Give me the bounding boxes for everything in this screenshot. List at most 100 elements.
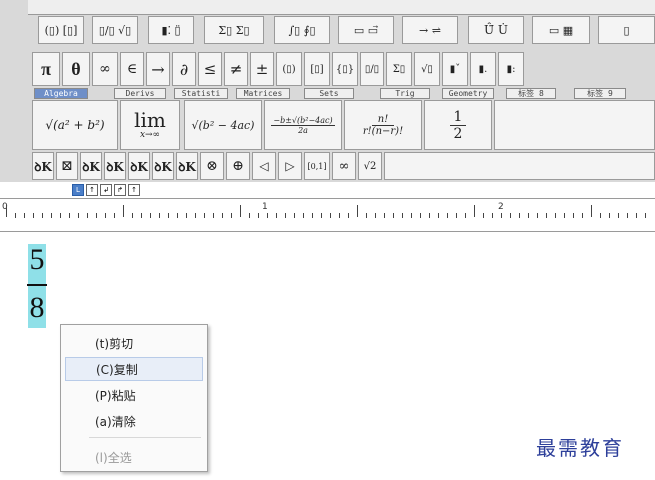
element-of-button[interactable]: ∈ xyxy=(120,52,144,86)
ruler-tick xyxy=(249,213,250,218)
circled-times-button[interactable]: ⊗ xyxy=(200,152,224,180)
fraction-palette-button[interactable]: ▯/▯ √▯ xyxy=(92,16,138,44)
tab-geometry[interactable]: Geometry xyxy=(442,88,494,99)
combination-template[interactable]: n! r!(n−r)! xyxy=(344,100,422,150)
superscript-template-button[interactable]: ▮ˇ xyxy=(442,52,468,86)
less-equal-button[interactable]: ≤ xyxy=(198,52,222,86)
ruler-tick xyxy=(123,205,124,217)
custom-symbol-3-button[interactable]: ꝺK xyxy=(104,152,126,180)
ruler-tick xyxy=(393,213,394,218)
tab-derivs[interactable]: Derivs xyxy=(114,88,166,99)
pythagorean-template[interactable]: √(a² + b²) xyxy=(32,100,118,150)
sqrt2-button[interactable]: √2 xyxy=(358,152,382,180)
sqrt-template-button[interactable]: √▯ xyxy=(414,52,440,86)
limit-template[interactable]: lim x→∞ xyxy=(120,100,180,150)
theta-symbol-button[interactable]: θ xyxy=(62,52,90,86)
subscript-template-button[interactable]: ▮. xyxy=(470,52,496,86)
limit-label: lim xyxy=(134,108,166,132)
fence-palette-button[interactable]: (▯) [▯] xyxy=(38,16,84,44)
matrix-palette-button[interactable]: ▭ ▦ xyxy=(532,16,590,44)
bracket-template-button[interactable]: [▯] xyxy=(304,52,330,86)
custom-symbol-4-button[interactable]: ꝺK xyxy=(128,152,150,180)
combination-numerator: n! xyxy=(371,114,395,126)
fraction-numerator[interactable]: 5 xyxy=(26,242,48,278)
ruler[interactable]: 0 1 2 xyxy=(0,198,655,232)
ruler-tick xyxy=(321,213,322,218)
ruler-tick xyxy=(609,213,610,218)
ruler-tick xyxy=(240,205,241,217)
integral-palette-button[interactable]: ∫▯ ∮▯ xyxy=(274,16,330,44)
ruler-tick xyxy=(528,213,529,218)
tab-9[interactable]: 标签 9 xyxy=(574,88,626,99)
half-numerator: 1 xyxy=(449,109,467,126)
sum-palette-button[interactable]: Σ▯ Σ▯ xyxy=(204,16,264,44)
brace-template-button[interactable]: {▯} xyxy=(332,52,358,86)
center-tab-icon[interactable]: ↑ xyxy=(86,184,98,196)
half-denominator: 2 xyxy=(453,125,463,142)
discriminant-template[interactable]: √(b² − 4ac) xyxy=(184,100,262,150)
right-tab-icon[interactable]: ↲ xyxy=(100,184,112,196)
arrow-symbol-button[interactable]: → xyxy=(146,52,170,86)
template-row: √(a² + b²) lim x→∞ √(b² − 4ac) −b±√(b²−4… xyxy=(28,100,655,150)
menu-item-select-all[interactable]: (l)全选 xyxy=(65,445,203,469)
left-tab-icon[interactable]: L xyxy=(72,184,84,196)
box-palette-button[interactable]: ▯ xyxy=(598,16,655,44)
custom-symbol-5-button[interactable]: ꝺK xyxy=(152,152,174,180)
circled-plus-button[interactable]: ⊕ xyxy=(226,152,250,180)
interval-button[interactable]: [0,1] xyxy=(304,152,330,180)
tab-trig[interactable]: Trig xyxy=(380,88,430,99)
tab-stop-toolbar: L ↑ ↲ ↱ ↑ xyxy=(72,184,140,196)
watermark-text: 最需教育 xyxy=(536,436,624,460)
vector-palette-button[interactable]: Û̈ U̇ xyxy=(468,16,524,44)
custom-symbol-1-button[interactable]: ꝺK xyxy=(32,152,54,180)
sum-template-button[interactable]: Σ▯ xyxy=(386,52,412,86)
boxed-times-button[interactable]: ⊠ xyxy=(56,152,78,180)
pi-symbol-button[interactable]: π xyxy=(32,52,60,86)
plus-minus-button[interactable]: ± xyxy=(250,52,274,86)
subsup-template-button[interactable]: ▮: xyxy=(498,52,524,86)
menu-item-cut[interactable]: (t)剪切 xyxy=(65,331,203,355)
ruler-tick xyxy=(564,213,565,218)
ruler-tick xyxy=(303,213,304,218)
partial-symbol-button[interactable]: ∂ xyxy=(172,52,196,86)
menu-item-paste[interactable]: (P)粘贴 xyxy=(65,383,203,407)
infinity-symbol-button[interactable]: ∞ xyxy=(92,52,118,86)
relation-tab-icon[interactable]: ↑ xyxy=(128,184,140,196)
subscript-palette-button[interactable]: ▮⁚ ▯̈ xyxy=(148,16,194,44)
ruler-tick xyxy=(474,205,475,217)
tab-sets[interactable]: Sets xyxy=(304,88,354,99)
ruler-tick xyxy=(600,213,601,218)
ruler-tick xyxy=(195,213,196,218)
ruler-tick xyxy=(330,213,331,218)
half-template[interactable]: 1 2 xyxy=(424,100,492,150)
decimal-tab-icon[interactable]: ↱ xyxy=(114,184,126,196)
ruler-tick xyxy=(42,213,43,218)
overbar-palette-button[interactable]: ▭ ▭⃗ xyxy=(338,16,394,44)
infinity-button[interactable]: ∞ xyxy=(332,152,356,180)
fraction-template-button[interactable]: ▯/▯ xyxy=(360,52,384,86)
left-triangle-button[interactable]: ◁ xyxy=(252,152,276,180)
tab-statistics[interactable]: Statisti xyxy=(174,88,228,99)
quadratic-template[interactable]: −b±√(b²−4ac) 2a xyxy=(264,100,342,150)
tab-8[interactable]: 标签 8 xyxy=(506,88,556,99)
tab-algebra[interactable]: Algebra xyxy=(34,88,88,99)
paren-template-button[interactable]: (▯) xyxy=(276,52,302,86)
arrow-palette-button[interactable]: → ⇌ xyxy=(402,16,458,44)
ruler-tick xyxy=(483,213,484,218)
ruler-tick xyxy=(357,205,358,217)
ruler-tick xyxy=(60,213,61,218)
not-equal-button[interactable]: ≠ xyxy=(224,52,248,86)
menu-item-clear[interactable]: (a)清除 xyxy=(65,409,203,433)
custom-symbol-2-button[interactable]: ꝺK xyxy=(80,152,102,180)
ruler-tick xyxy=(339,213,340,218)
custom-symbol-6-button[interactable]: ꝺK xyxy=(176,152,198,180)
fraction-denominator[interactable]: 8 xyxy=(26,290,48,326)
tab-matrices[interactable]: Matrices xyxy=(236,88,290,99)
toolbar-row-symbols: π θ ∞ ∈ → ∂ ≤ ≠ ± (▯) [▯] {▯} ▯/▯ Σ▯ √▯ … xyxy=(28,52,655,86)
quadratic-numerator: −b±√(b²−4ac) xyxy=(271,115,335,126)
ruler-tick xyxy=(402,213,403,218)
ruler-tick xyxy=(276,213,277,218)
ruler-tick xyxy=(69,213,70,218)
right-triangle-button[interactable]: ▷ xyxy=(278,152,302,180)
menu-item-copy[interactable]: (C)复制 xyxy=(65,357,203,381)
